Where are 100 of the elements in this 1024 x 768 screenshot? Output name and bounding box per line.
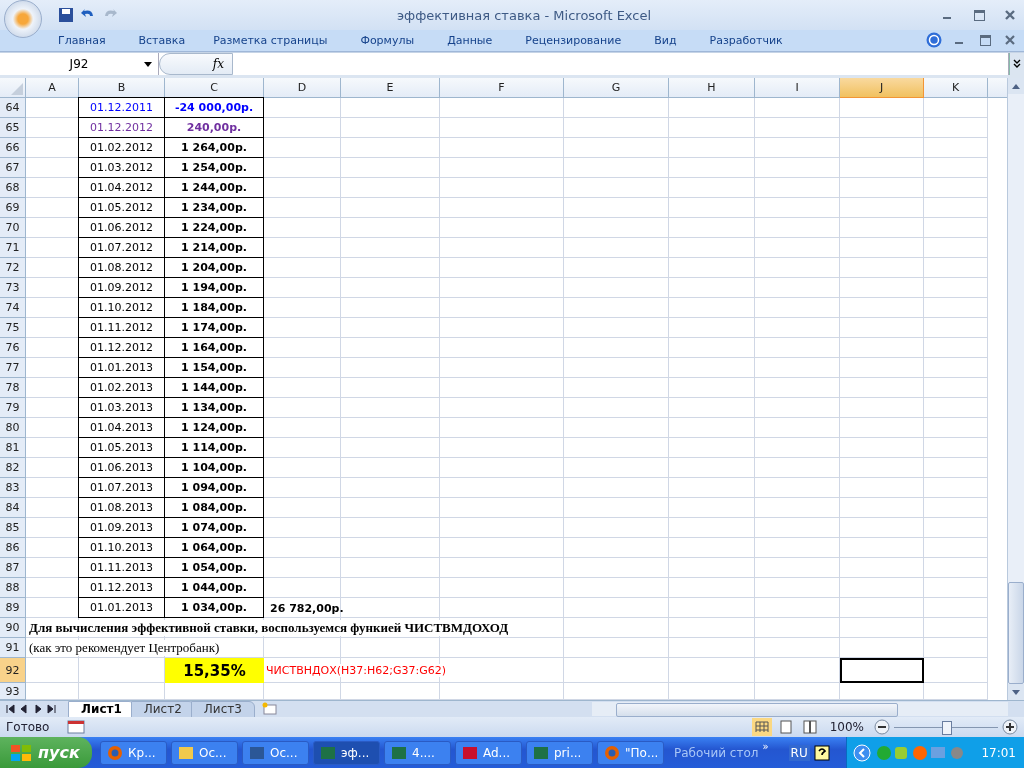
spreadsheet-icon	[320, 744, 336, 761]
column-header[interactable]: J	[840, 78, 924, 99]
row-header[interactable]: 66	[0, 138, 26, 159]
table-cell: 01.01.2013	[78, 597, 165, 619]
clock: 17:01	[981, 745, 1016, 760]
save-icon[interactable]	[58, 7, 74, 23]
taskbar-button[interactable]: pri...	[526, 740, 593, 765]
column-header[interactable]: D	[264, 78, 341, 99]
column-header[interactable]: I	[755, 78, 840, 99]
row-header[interactable]: 79	[0, 398, 26, 419]
tray-expand-icon[interactable]	[853, 743, 872, 762]
row-header[interactable]: 90	[0, 618, 26, 639]
column-header[interactable]: A	[26, 78, 79, 99]
toolbar-chevron[interactable]: »	[762, 741, 769, 752]
close-icon[interactable]	[1004, 9, 1016, 21]
status-text: Готово	[6, 720, 50, 735]
insert-function-button[interactable]: fx	[159, 52, 233, 76]
folder-icon	[178, 744, 194, 761]
macro-record-icon[interactable]	[67, 720, 86, 735]
row-header[interactable]: 87	[0, 558, 26, 579]
ribbon-tab[interactable]: Главная	[58, 33, 106, 47]
vertical-scrollbar[interactable]	[1007, 78, 1024, 701]
taskbar-button[interactable]: 4....	[384, 740, 451, 765]
ribbon-tab[interactable]: Рецензирование	[525, 33, 622, 47]
zoom-in-icon[interactable]	[1002, 719, 1018, 736]
taskbar-button[interactable]: Ос...	[171, 740, 238, 765]
row-header[interactable]: 68	[0, 178, 26, 199]
column-header[interactable]: B	[79, 78, 165, 99]
ribbon-tab[interactable]: Разметка страницы	[213, 33, 328, 47]
row-header[interactable]: 67	[0, 158, 26, 179]
column-header[interactable]: F	[440, 78, 564, 99]
column-header[interactable]: E	[341, 78, 440, 99]
ribbon-tab[interactable]: Данные	[447, 33, 493, 47]
selected-cell[interactable]	[840, 658, 924, 684]
row-header[interactable]: 89	[0, 598, 26, 619]
row-header[interactable]: 86	[0, 538, 26, 559]
ribbon-tab[interactable]: Вид	[654, 33, 677, 47]
note-text: Для вычисления эффективной ставки, воспользуемся функией ЧИСТВМДОХОД	[26, 620, 509, 637]
taskbar-button[interactable]: Кр...	[100, 740, 167, 765]
column-header[interactable]: C	[165, 78, 264, 99]
zoom-level[interactable]: 100%	[829, 720, 864, 735]
row-header[interactable]: 78	[0, 378, 26, 399]
close-icon[interactable]	[1004, 34, 1016, 47]
row-header[interactable]: 73	[0, 278, 26, 299]
zoom-out-icon[interactable]	[874, 719, 890, 736]
pdf-icon	[462, 744, 478, 761]
row-header[interactable]: 81	[0, 438, 26, 459]
row-header[interactable]: 93	[0, 683, 26, 701]
scroll-up-icon[interactable]	[1012, 83, 1020, 89]
column-header[interactable]: H	[669, 78, 755, 99]
desktop-toolbar-label[interactable]: Рабочий стол	[674, 745, 759, 760]
language-indicator[interactable]: RU	[788, 744, 810, 761]
scroll-thumb[interactable]	[1008, 582, 1024, 685]
new-sheet-icon[interactable]	[260, 702, 279, 717]
row-header[interactable]: 64	[0, 98, 26, 119]
row-header[interactable]: 72	[0, 258, 26, 279]
ribbon-tab[interactable]: Разработчик	[709, 33, 783, 47]
row-header[interactable]: 76	[0, 338, 26, 359]
windows-logo-icon	[10, 743, 32, 762]
column-header[interactable]: G	[564, 78, 669, 99]
row-header[interactable]: 80	[0, 418, 26, 439]
window-title: эффективная ставка - Microsoft Excel	[395, 7, 653, 23]
spreadsheet-icon	[391, 744, 407, 761]
taskbar-button[interactable]: Ad...	[455, 740, 522, 765]
table-cell: 1 034,00р.	[164, 597, 264, 619]
sheet-tab[interactable]: Лист3	[190, 700, 255, 718]
name-box[interactable]: J92	[0, 52, 159, 76]
row-header[interactable]: 77	[0, 358, 26, 379]
expand-button[interactable]	[1009, 52, 1024, 76]
ribbon-tab[interactable]: Формулы	[360, 33, 415, 47]
result-cell: 15,35%	[165, 658, 264, 684]
row-header[interactable]: 75	[0, 318, 26, 339]
scroll-down-icon[interactable]	[1012, 689, 1020, 695]
help-icon[interactable]	[813, 744, 830, 761]
row-header[interactable]: 74	[0, 298, 26, 319]
row-header[interactable]: 82	[0, 458, 26, 479]
horizontal-scrollbar[interactable]	[592, 702, 1008, 717]
zoom-slider-thumb[interactable]	[942, 720, 952, 735]
row-header[interactable]: 65	[0, 118, 26, 139]
ribbon-tab[interactable]: Вставка	[138, 33, 186, 47]
row-header[interactable]: 83	[0, 478, 26, 499]
column-header[interactable]: K	[924, 78, 988, 99]
browser-icon	[107, 744, 123, 761]
browser-icon	[604, 744, 620, 761]
taskbar-button[interactable]: "По...	[597, 740, 664, 765]
row-header[interactable]: 91	[0, 638, 26, 659]
triangle-icon	[11, 83, 23, 96]
row-header[interactable]: 71	[0, 238, 26, 259]
row-header[interactable]: 88	[0, 578, 26, 599]
taskbar-button[interactable]: эф...	[313, 740, 380, 765]
document-icon	[249, 744, 265, 761]
taskbar-button[interactable]: Ос...	[242, 740, 309, 765]
normal-view-icon[interactable]	[751, 718, 772, 737]
row-header[interactable]: 70	[0, 218, 26, 239]
row-header[interactable]: 84	[0, 498, 26, 519]
scroll-thumb[interactable]	[616, 703, 898, 718]
row-header[interactable]: 85	[0, 518, 26, 539]
table-cell-text: 26 782,00р.	[269, 600, 341, 617]
row-header[interactable]: 92	[0, 658, 26, 684]
row-header[interactable]: 69	[0, 198, 26, 219]
